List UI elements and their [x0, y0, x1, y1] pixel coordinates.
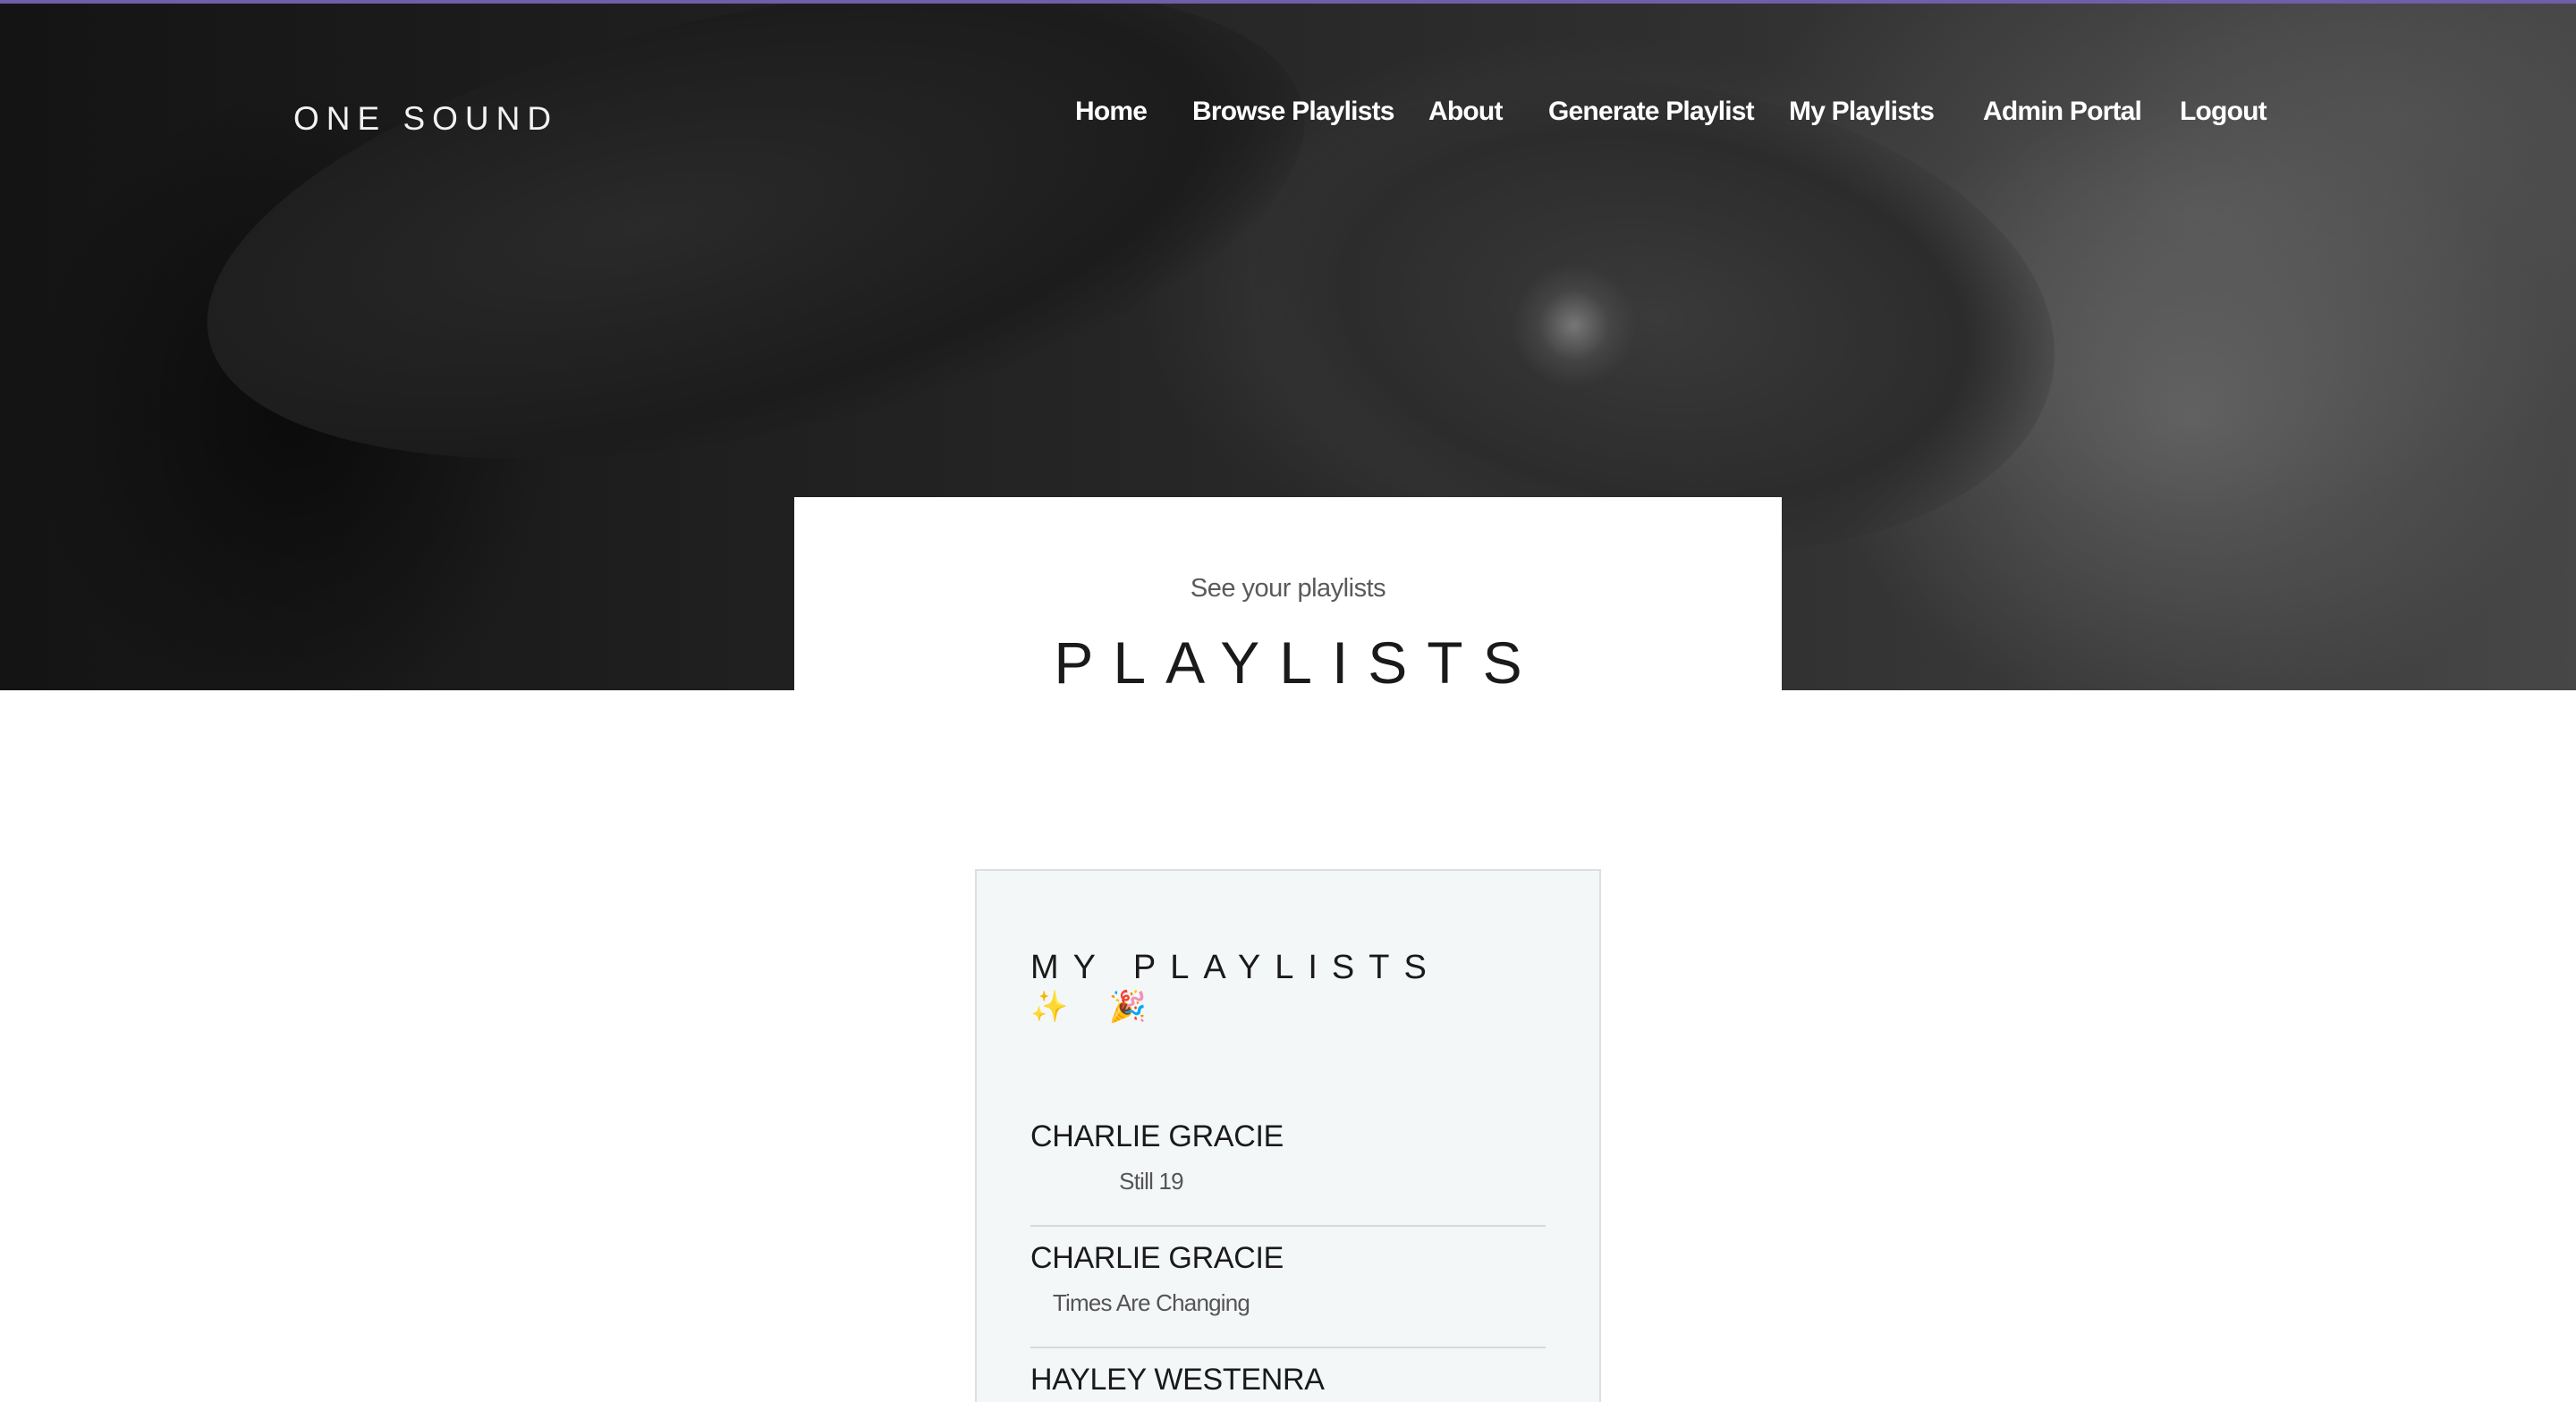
- page: ONE SOUND Home Browse Playlists About Ge…: [0, 0, 2576, 1402]
- nav-generate-playlist[interactable]: Generate Playlist: [1548, 97, 1755, 127]
- playlist-song[interactable]: Still 19: [1030, 1168, 1272, 1195]
- hero-background-hat-silhouette: [165, 4, 1347, 545]
- divider: [1030, 1347, 1546, 1348]
- nav-home[interactable]: Home: [1075, 97, 1148, 127]
- panel-heading: MY PLAYLISTS: [1030, 949, 1441, 986]
- hero-background-light: [1512, 263, 1637, 388]
- hero-banner: ONE SOUND Home Browse Playlists About Ge…: [0, 0, 2576, 690]
- nav-admin-portal[interactable]: Admin Portal: [1983, 97, 2142, 127]
- nav-my-playlists[interactable]: My Playlists: [1789, 97, 1935, 127]
- nav-logout[interactable]: Logout: [2180, 97, 2267, 127]
- main-nav: Home Browse Playlists About Generate Pla…: [0, 97, 2576, 136]
- playlist-artist[interactable]: HAYLEY WESTENRA: [1030, 1363, 1325, 1398]
- my-playlists-panel: MY PLAYLISTS ✨ 🎉 CHARLIE GRACIE Still 19…: [975, 869, 1601, 1402]
- page-subtitle: See your playlists: [1190, 574, 1386, 603]
- nav-about[interactable]: About: [1428, 97, 1503, 127]
- playlist-artist[interactable]: CHARLIE GRACIE: [1030, 1119, 1284, 1154]
- sparkles-party-emoji: ✨ 🎉: [1030, 990, 1164, 1024]
- page-title: PLAYLISTS: [1054, 629, 1542, 690]
- playlist-song[interactable]: Times Are Changing: [1030, 1289, 1272, 1317]
- nav-browse-playlists[interactable]: Browse Playlists: [1192, 97, 1394, 127]
- page-title-card: See your playlists PLAYLISTS: [794, 497, 1782, 690]
- divider: [1030, 1225, 1546, 1227]
- playlist-artist[interactable]: CHARLIE GRACIE: [1030, 1241, 1284, 1276]
